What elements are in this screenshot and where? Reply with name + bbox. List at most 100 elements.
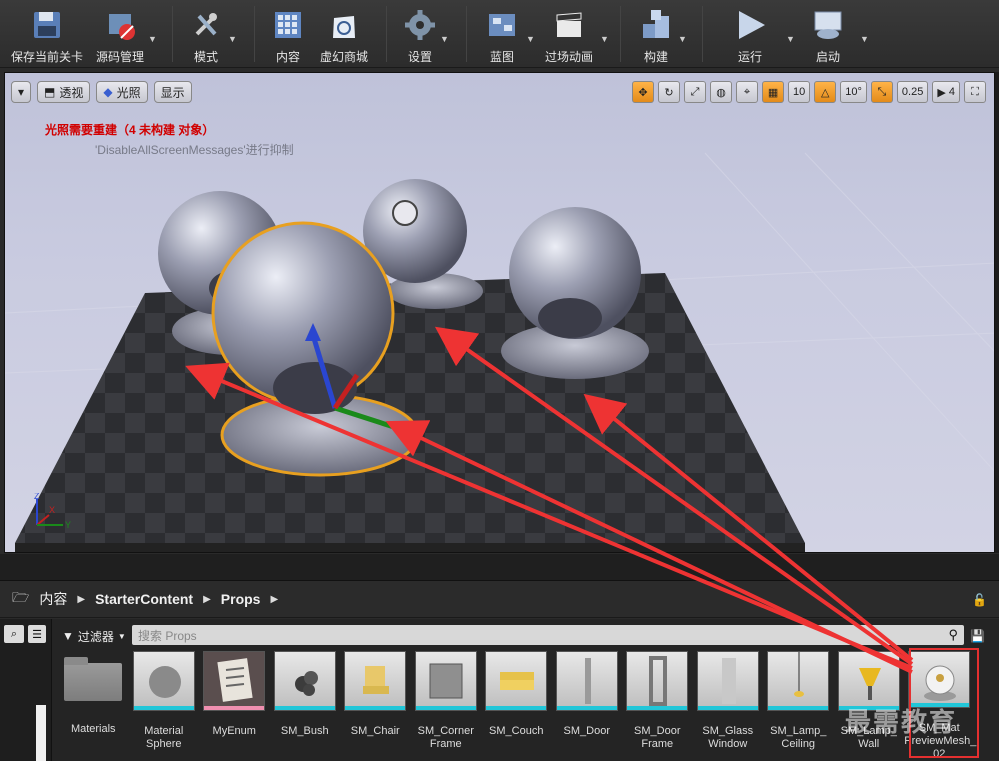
translate-mode-button[interactable]: ✥ — [632, 81, 655, 103]
asset-thumbnail — [132, 651, 195, 711]
marketplace-button[interactable]: 虚幻商城 — [316, 4, 372, 64]
world-local-button[interactable]: ◍ — [710, 81, 733, 103]
rotation-snap-value[interactable]: 10° — [840, 81, 867, 103]
chevron-down-icon[interactable]: ▼ — [526, 34, 535, 44]
lighting-rebuild-message: 光照需要重建（4 未构建 对象） — [45, 123, 215, 137]
scrollbar[interactable] — [36, 705, 46, 761]
asset-thumbnail — [696, 651, 759, 711]
asset-thumbnail — [555, 651, 618, 711]
viewport-right-controls: ✥ ↻ ⤢ ◍ ⌖ ▦ 10 △ 10° ⤡ 0.25 ▶ 4 ⛶ — [632, 81, 986, 103]
asset-search-input[interactable]: 搜索 Props ⚲ — [132, 625, 964, 645]
chevron-down-icon[interactable]: ▼ — [440, 34, 449, 44]
toolbar-divider — [702, 6, 703, 62]
folder-open-icon[interactable]: 🗁 — [12, 587, 29, 611]
scale-snap-toggle[interactable]: ⤡ — [870, 81, 893, 103]
asset-tile[interactable]: SM_Bush — [270, 651, 341, 761]
axis-z-label: Z — [34, 493, 40, 501]
chevron-down-icon[interactable]: ▼ — [228, 34, 237, 44]
breadcrumb-item[interactable]: StarterContent — [95, 591, 193, 607]
asset-tile[interactable]: Material Sphere — [129, 651, 200, 761]
blueprints-button[interactable]: 蓝图 ▼ — [478, 4, 535, 64]
asset-thumbnail — [414, 651, 477, 711]
grid-snap-toggle[interactable]: ▦ — [762, 81, 785, 103]
asset-tile[interactable]: MyEnum — [199, 651, 270, 761]
axis-indicator: Z X Y — [34, 493, 71, 530]
toolbar-divider — [172, 6, 173, 62]
folder-icon — [64, 657, 123, 701]
asset-tile[interactable]: SM_Lamp_ Ceiling — [763, 651, 834, 761]
build-button[interactable]: 构建 ▼ — [634, 4, 687, 64]
filter-bar: ▼ 过滤器 ▼ 搜索 Props ⚲ 💾 — [58, 625, 988, 647]
asset-type-bar — [345, 706, 406, 710]
lock-icon[interactable]: 🔓 — [972, 593, 987, 607]
asset-type-bar — [133, 706, 194, 710]
play-button[interactable]: 运行 ▼ — [726, 4, 795, 64]
perspective-button[interactable]: ⬒ 透视 — [37, 81, 91, 103]
asset-thumbnail — [344, 651, 407, 711]
asset-tile[interactable]: SM_Couch — [481, 651, 552, 761]
asset-type-bar — [556, 706, 617, 710]
scale-mode-button[interactable]: ⤢ — [684, 81, 707, 103]
grid-snap-value[interactable]: 10 — [788, 81, 811, 103]
surface-snap-button[interactable]: ⌖ — [736, 81, 759, 103]
list-view-icon[interactable]: ☰ — [28, 625, 46, 643]
search-icon[interactable]: ⌕ — [4, 625, 24, 643]
marketplace-icon — [327, 8, 361, 42]
scale-snap-icon: ⤡ — [877, 85, 887, 98]
chevron-right-icon[interactable]: ▶ — [203, 594, 211, 605]
chevron-right-icon[interactable]: ▶ — [270, 594, 278, 605]
tools-icon — [189, 8, 223, 42]
surface-snap-icon: ⌖ — [743, 85, 751, 98]
launch-button[interactable]: 启动 ▼ — [804, 4, 869, 64]
build-blocks-icon — [639, 8, 673, 42]
gamepad-monitor-icon — [811, 8, 845, 42]
chevron-down-icon[interactable]: ▼ — [148, 34, 157, 44]
source-control-button[interactable]: 源码管理 ▼ — [90, 4, 157, 64]
chevron-down-icon[interactable]: ▼ — [860, 34, 869, 44]
source-control-icon — [103, 8, 137, 42]
cinematics-button[interactable]: 过场动画 ▼ — [540, 4, 609, 64]
rotate-icon: ↻ — [664, 86, 674, 99]
chevron-down-icon[interactable]: ▼ — [600, 34, 609, 44]
asset-tile[interactable]: SM_Door Frame — [622, 651, 693, 761]
chevron-right-icon[interactable]: ▶ — [77, 594, 85, 605]
asset-tile[interactable]: SM_Glass Window — [693, 651, 764, 761]
save-icon — [30, 8, 64, 42]
asset-tile[interactable]: SM_Corner Frame — [411, 651, 482, 761]
gear-icon — [403, 8, 437, 42]
scale-snap-value[interactable]: 0.25 — [896, 81, 929, 103]
save-search-icon[interactable]: 💾 — [970, 625, 988, 647]
asset-tile-materials[interactable]: Materials — [58, 651, 129, 761]
filters-button[interactable]: ▼ 过滤器 ▼ — [58, 625, 126, 647]
asset-type-bar — [486, 706, 547, 710]
move-icon: ✥ — [638, 86, 648, 99]
asset-thumbnail — [908, 651, 971, 708]
content-browser-body: ⌕ ☰ ▼ 过滤器 ▼ 搜索 Props ⚲ 💾 Materials Material… — [0, 619, 999, 761]
viewport-options-button[interactable]: ▾ — [11, 81, 32, 103]
content-button[interactable]: 内容 — [262, 4, 314, 64]
chevron-down-icon[interactable]: ▼ — [786, 34, 795, 44]
toolbar-divider — [386, 6, 387, 62]
modes-button[interactable]: 模式 ▼ — [180, 4, 237, 64]
asset-thumbnail — [626, 651, 689, 711]
lit-cube-icon: ◆ — [103, 85, 113, 99]
settings-button[interactable]: 设置 ▼ — [398, 4, 449, 64]
breadcrumb-item[interactable]: Props — [221, 591, 261, 607]
rotation-snap-toggle[interactable]: △ — [814, 81, 837, 103]
asset-tile[interactable]: SM_Door — [552, 651, 623, 761]
content-browser-path-bar: 🗁 内容 ▶ StarterContent ▶ Props ▶ 🔓 — [0, 580, 999, 618]
maximize-viewport-button[interactable]: ⛶ — [964, 81, 986, 103]
asset-tile[interactable]: SM_Chair — [340, 651, 411, 761]
show-button[interactable]: 显示 — [153, 81, 192, 103]
camera-speed-button[interactable]: ▶ 4 — [932, 81, 960, 103]
chevron-down-icon[interactable]: ▼ — [678, 34, 687, 44]
breadcrumb-item[interactable]: 内容 — [39, 589, 67, 609]
lighting-mode-button[interactable]: ◆ 光照 — [96, 81, 148, 103]
axis-x-label: X — [49, 505, 55, 515]
level-viewport[interactable]: ▾ ⬒ 透视 ◆ 光照 显示 ✥ ↻ ⤢ ◍ ⌖ ▦ 10 △ 10° ⤡ 0.25… — [4, 72, 995, 553]
save-level-button[interactable]: 保存当前关卡 — [8, 4, 86, 64]
content-grid-icon — [271, 8, 305, 42]
angle-icon: △ — [821, 86, 830, 99]
asset-type-bar — [627, 706, 688, 710]
rotate-mode-button[interactable]: ↻ — [658, 81, 681, 103]
